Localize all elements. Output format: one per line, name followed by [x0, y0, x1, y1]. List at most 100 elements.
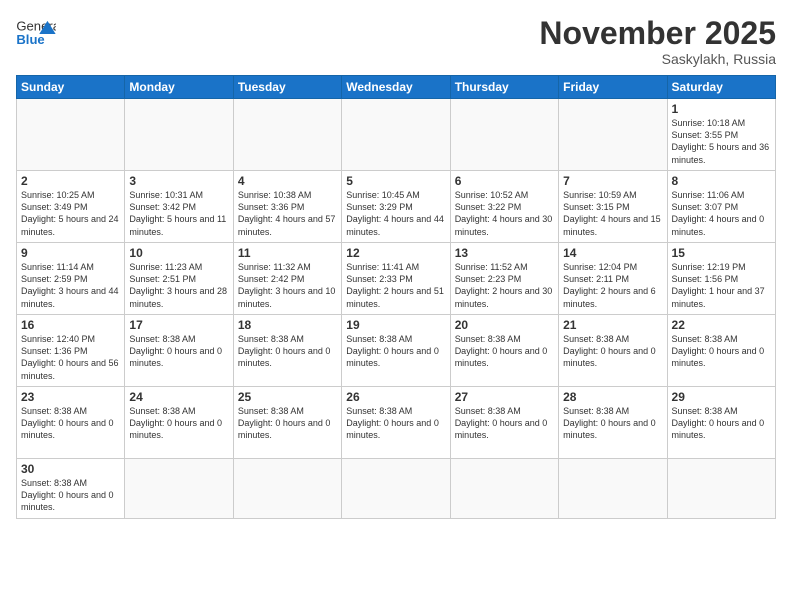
- day-info: Sunset: 8:38 AM Daylight: 0 hours and 0 …: [672, 405, 771, 441]
- day-info: Sunrise: 11:14 AM Sunset: 2:59 PM Daylig…: [21, 261, 120, 310]
- day-cell-3-2: 10Sunrise: 11:23 AM Sunset: 2:51 PM Dayl…: [125, 243, 233, 315]
- day-cell-2-1: 2Sunrise: 10:25 AM Sunset: 3:49 PM Dayli…: [17, 171, 125, 243]
- day-cell-4-3: 18Sunset: 8:38 AM Daylight: 0 hours and …: [233, 315, 341, 387]
- day-number: 26: [346, 390, 445, 404]
- day-cell-2-2: 3Sunrise: 10:31 AM Sunset: 3:42 PM Dayli…: [125, 171, 233, 243]
- day-cell-4-7: 22Sunset: 8:38 AM Daylight: 0 hours and …: [667, 315, 775, 387]
- header-monday: Monday: [125, 76, 233, 99]
- day-info: Sunset: 8:38 AM Daylight: 0 hours and 0 …: [672, 333, 771, 369]
- day-cell-3-4: 12Sunrise: 11:41 AM Sunset: 2:33 PM Dayl…: [342, 243, 450, 315]
- day-info: Sunset: 8:38 AM Daylight: 0 hours and 0 …: [563, 333, 662, 369]
- day-cell-5-4: 26Sunset: 8:38 AM Daylight: 0 hours and …: [342, 387, 450, 459]
- day-cell-6-5: [450, 459, 558, 519]
- day-info: Sunrise: 11:32 AM Sunset: 2:42 PM Daylig…: [238, 261, 337, 310]
- day-info: Sunset: 8:38 AM Daylight: 0 hours and 0 …: [455, 333, 554, 369]
- week-row-6: 30Sunset: 8:38 AM Daylight: 0 hours and …: [17, 459, 776, 519]
- day-cell-5-1: 23Sunset: 8:38 AM Daylight: 0 hours and …: [17, 387, 125, 459]
- day-cell-2-7: 8Sunrise: 11:06 AM Sunset: 3:07 PM Dayli…: [667, 171, 775, 243]
- logo: General Blue: [16, 16, 56, 52]
- title-section: November 2025 Saskylakh, Russia: [539, 16, 776, 67]
- day-number: 29: [672, 390, 771, 404]
- day-cell-5-5: 27Sunset: 8:38 AM Daylight: 0 hours and …: [450, 387, 558, 459]
- day-cell-2-6: 7Sunrise: 10:59 AM Sunset: 3:15 PM Dayli…: [559, 171, 667, 243]
- header-friday: Friday: [559, 76, 667, 99]
- day-number: 27: [455, 390, 554, 404]
- day-number: 2: [21, 174, 120, 188]
- day-cell-4-4: 19Sunset: 8:38 AM Daylight: 0 hours and …: [342, 315, 450, 387]
- header-saturday: Saturday: [667, 76, 775, 99]
- location: Saskylakh, Russia: [539, 51, 776, 67]
- day-number: 25: [238, 390, 337, 404]
- day-number: 17: [129, 318, 228, 332]
- day-info: Sunrise: 10:18 AM Sunset: 3:55 PM Daylig…: [672, 117, 771, 166]
- day-cell-4-1: 16Sunrise: 12:40 PM Sunset: 1:36 PM Dayl…: [17, 315, 125, 387]
- day-cell-5-7: 29Sunset: 8:38 AM Daylight: 0 hours and …: [667, 387, 775, 459]
- day-number: 15: [672, 246, 771, 260]
- page: General Blue November 2025 Saskylakh, Ru…: [0, 0, 792, 612]
- day-info: Sunset: 8:38 AM Daylight: 0 hours and 0 …: [563, 405, 662, 441]
- day-info: Sunset: 8:38 AM Daylight: 0 hours and 0 …: [238, 405, 337, 441]
- header-tuesday: Tuesday: [233, 76, 341, 99]
- day-cell-1-7: 1Sunrise: 10:18 AM Sunset: 3:55 PM Dayli…: [667, 99, 775, 171]
- week-row-3: 9Sunrise: 11:14 AM Sunset: 2:59 PM Dayli…: [17, 243, 776, 315]
- month-title: November 2025: [539, 16, 776, 51]
- day-cell-6-7: [667, 459, 775, 519]
- day-number: 5: [346, 174, 445, 188]
- day-info: Sunrise: 10:25 AM Sunset: 3:49 PM Daylig…: [21, 189, 120, 238]
- day-cell-2-3: 4Sunrise: 10:38 AM Sunset: 3:36 PM Dayli…: [233, 171, 341, 243]
- day-number: 24: [129, 390, 228, 404]
- week-row-5: 23Sunset: 8:38 AM Daylight: 0 hours and …: [17, 387, 776, 459]
- day-number: 19: [346, 318, 445, 332]
- day-info: Sunrise: 12:19 PM Sunset: 1:56 PM Daylig…: [672, 261, 771, 310]
- header-sunday: Sunday: [17, 76, 125, 99]
- day-number: 11: [238, 246, 337, 260]
- day-number: 18: [238, 318, 337, 332]
- day-cell-6-4: [342, 459, 450, 519]
- day-cell-4-5: 20Sunset: 8:38 AM Daylight: 0 hours and …: [450, 315, 558, 387]
- day-info: Sunset: 8:38 AM Daylight: 0 hours and 0 …: [21, 405, 120, 441]
- day-cell-4-6: 21Sunset: 8:38 AM Daylight: 0 hours and …: [559, 315, 667, 387]
- day-info: Sunset: 8:38 AM Daylight: 0 hours and 0 …: [346, 405, 445, 441]
- weekday-header-row: Sunday Monday Tuesday Wednesday Thursday…: [17, 76, 776, 99]
- day-cell-1-1: [17, 99, 125, 171]
- day-number: 21: [563, 318, 662, 332]
- day-number: 3: [129, 174, 228, 188]
- day-cell-5-6: 28Sunset: 8:38 AM Daylight: 0 hours and …: [559, 387, 667, 459]
- day-cell-1-4: [342, 99, 450, 171]
- day-number: 28: [563, 390, 662, 404]
- header: General Blue November 2025 Saskylakh, Ru…: [16, 16, 776, 67]
- day-number: 14: [563, 246, 662, 260]
- day-info: Sunset: 8:38 AM Daylight: 0 hours and 0 …: [238, 333, 337, 369]
- week-row-2: 2Sunrise: 10:25 AM Sunset: 3:49 PM Dayli…: [17, 171, 776, 243]
- day-number: 10: [129, 246, 228, 260]
- day-cell-5-2: 24Sunset: 8:38 AM Daylight: 0 hours and …: [125, 387, 233, 459]
- day-cell-3-1: 9Sunrise: 11:14 AM Sunset: 2:59 PM Dayli…: [17, 243, 125, 315]
- day-cell-6-2: [125, 459, 233, 519]
- day-info: Sunrise: 10:31 AM Sunset: 3:42 PM Daylig…: [129, 189, 228, 238]
- day-info: Sunrise: 11:52 AM Sunset: 2:23 PM Daylig…: [455, 261, 554, 310]
- day-cell-6-3: [233, 459, 341, 519]
- day-cell-3-7: 15Sunrise: 12:19 PM Sunset: 1:56 PM Dayl…: [667, 243, 775, 315]
- day-cell-2-5: 6Sunrise: 10:52 AM Sunset: 3:22 PM Dayli…: [450, 171, 558, 243]
- day-cell-3-5: 13Sunrise: 11:52 AM Sunset: 2:23 PM Dayl…: [450, 243, 558, 315]
- day-cell-1-3: [233, 99, 341, 171]
- calendar: Sunday Monday Tuesday Wednesday Thursday…: [16, 75, 776, 519]
- week-row-1: 1Sunrise: 10:18 AM Sunset: 3:55 PM Dayli…: [17, 99, 776, 171]
- day-number: 6: [455, 174, 554, 188]
- day-info: Sunset: 8:38 AM Daylight: 0 hours and 0 …: [129, 405, 228, 441]
- day-number: 8: [672, 174, 771, 188]
- day-cell-5-3: 25Sunset: 8:38 AM Daylight: 0 hours and …: [233, 387, 341, 459]
- header-wednesday: Wednesday: [342, 76, 450, 99]
- svg-text:Blue: Blue: [16, 32, 44, 47]
- day-info: Sunrise: 10:52 AM Sunset: 3:22 PM Daylig…: [455, 189, 554, 238]
- day-number: 4: [238, 174, 337, 188]
- day-number: 16: [21, 318, 120, 332]
- day-number: 20: [455, 318, 554, 332]
- day-cell-1-5: [450, 99, 558, 171]
- day-info: Sunrise: 12:04 PM Sunset: 2:11 PM Daylig…: [563, 261, 662, 310]
- day-cell-3-6: 14Sunrise: 12:04 PM Sunset: 2:11 PM Dayl…: [559, 243, 667, 315]
- day-info: Sunrise: 11:06 AM Sunset: 3:07 PM Daylig…: [672, 189, 771, 238]
- day-cell-1-2: [125, 99, 233, 171]
- logo-icon: General Blue: [16, 16, 56, 52]
- day-cell-6-1: 30Sunset: 8:38 AM Daylight: 0 hours and …: [17, 459, 125, 519]
